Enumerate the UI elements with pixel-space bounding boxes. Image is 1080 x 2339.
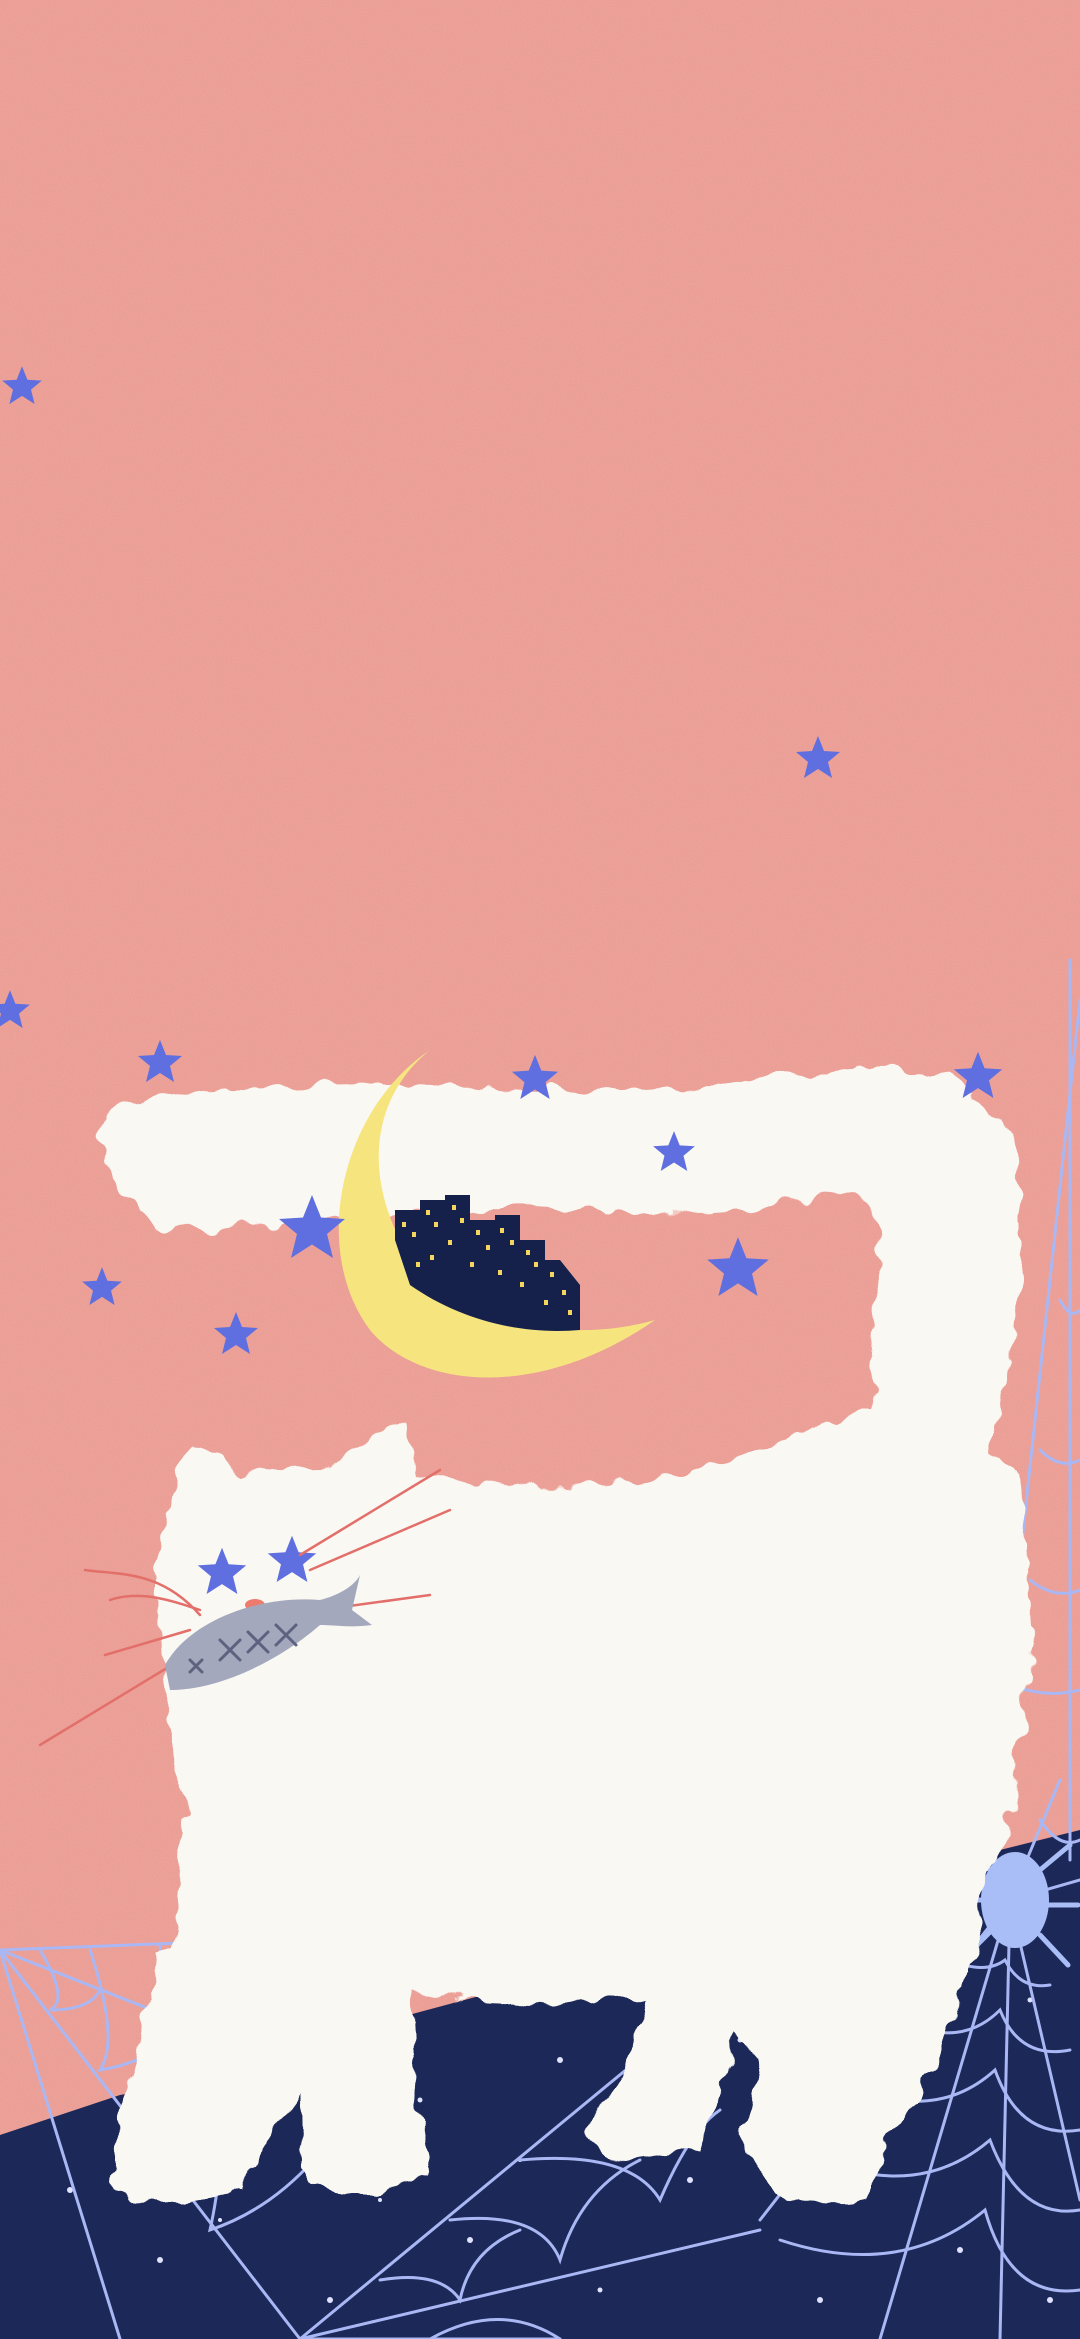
wallpaper-canvas — [0, 0, 1080, 2339]
cat-wallpaper-illustration — [0, 0, 1080, 2339]
